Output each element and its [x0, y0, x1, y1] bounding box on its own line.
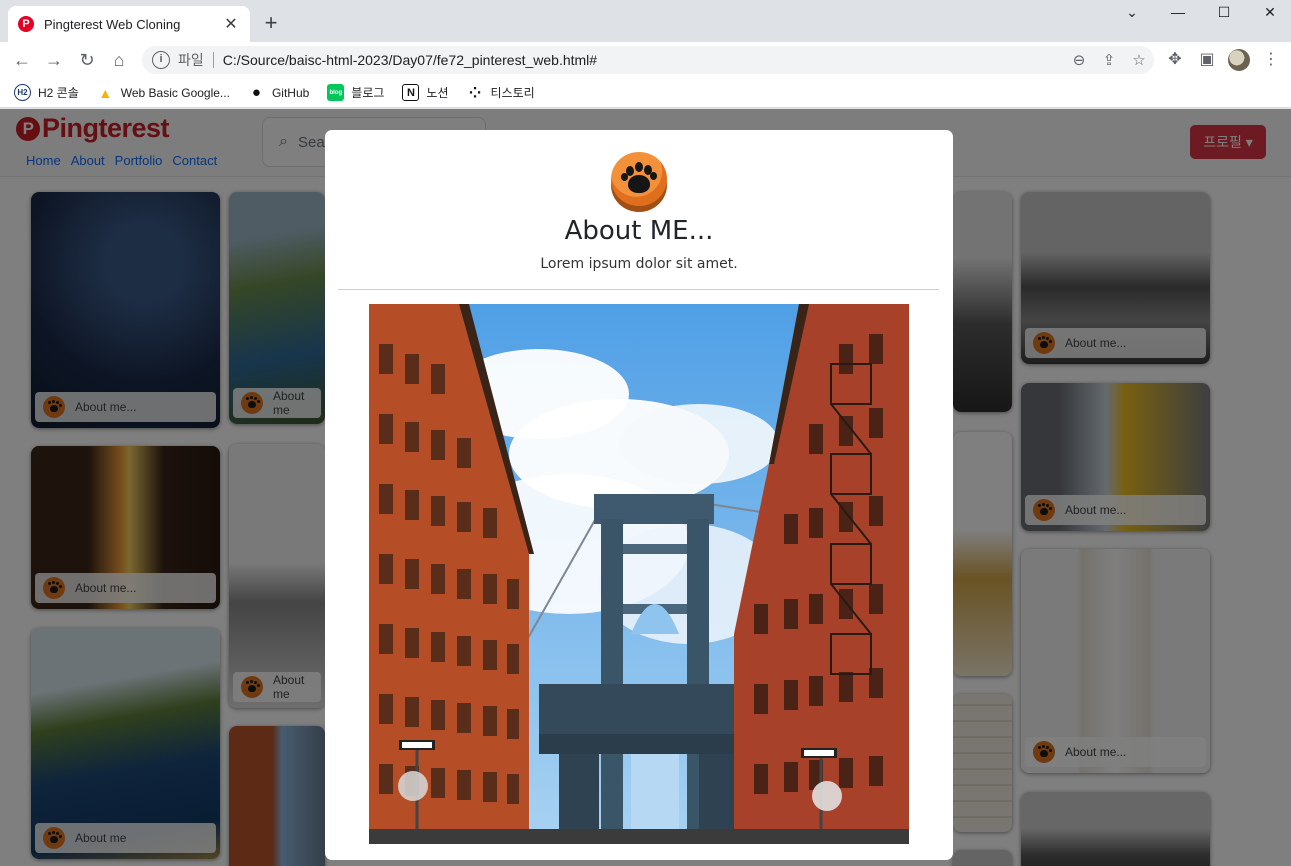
modal-photo-manhattan-bridge	[369, 304, 909, 844]
pinterest-favicon-icon: P	[18, 16, 34, 32]
h2-icon: H2	[14, 84, 31, 101]
address-bar[interactable]: i 파일 C:/Source/baisc-html-2023/Day07/fe7…	[142, 46, 1154, 74]
back-button[interactable]: ←	[10, 48, 34, 72]
bookmark-blog[interactable]: blog 블로그	[327, 84, 384, 101]
zoom-icon[interactable]: ⊖	[1064, 51, 1094, 69]
bookmark-label: 노션	[426, 86, 449, 100]
modal-divider	[338, 289, 939, 290]
browser-tab[interactable]: P Pingterest Web Cloning ✕	[8, 6, 250, 42]
maximize-button[interactable]: ☐	[1212, 4, 1236, 26]
address-scheme: 파일	[178, 52, 204, 68]
bookmark-tistory[interactable]: ⁘ 티스토리	[467, 84, 535, 102]
bookmark-google-drive[interactable]: ▲ Web Basic Google...	[97, 84, 230, 101]
bookmark-label: GitHub	[271, 85, 310, 100]
bookmark-label: Web Basic Google...	[120, 85, 230, 100]
notion-icon: N	[402, 84, 420, 101]
new-tab-button[interactable]: +	[258, 11, 284, 37]
close-tab-icon[interactable]: ✕	[222, 14, 240, 34]
share-icon[interactable]: ⇪	[1094, 51, 1124, 69]
site-info-icon[interactable]: i	[152, 51, 170, 69]
bridge-photo-illustration	[369, 304, 909, 844]
modal-subtitle: Lorem ipsum dolor sit amet.	[540, 256, 738, 272]
blog-icon: blog	[327, 84, 345, 101]
bookmark-label: H2 콘솔	[38, 86, 79, 100]
bookmark-github[interactable]: ● GitHub	[248, 84, 309, 101]
page-viewport: P Pingterest Home About Portfolio Contac…	[0, 109, 1291, 866]
forward-button[interactable]: →	[42, 48, 66, 72]
home-button[interactable]: ⌂	[107, 48, 131, 72]
bookmark-h2[interactable]: H2 H2 콘솔	[14, 84, 79, 101]
menu-icon[interactable]: ⋮	[1259, 48, 1283, 72]
paw-logo-icon	[611, 152, 667, 212]
github-icon: ●	[251, 84, 261, 101]
address-separator	[212, 52, 214, 68]
bookmark-star-icon[interactable]: ☆	[1124, 51, 1154, 69]
browser-toolbar: ← → ↻ ⌂ i 파일 C:/Source/baisc-html-2023/D…	[0, 42, 1291, 78]
bookmark-notion[interactable]: N 노션	[402, 84, 449, 101]
address-url[interactable]: C:/Source/baisc-html-2023/Day07/fe72_pin…	[223, 52, 1064, 68]
minimize-button[interactable]: —	[1166, 4, 1190, 26]
extensions-icon[interactable]: ✥	[1163, 48, 1187, 72]
about-modal: About ME... Lorem ipsum dolor sit amet.	[325, 130, 953, 860]
reload-button[interactable]: ↻	[75, 48, 99, 72]
tistory-icon: ⁘	[468, 84, 482, 102]
bookmarks-bar: H2 H2 콘솔 ▲ Web Basic Google... ● GitHub …	[0, 78, 1291, 108]
close-window-button[interactable]: ✕	[1258, 4, 1282, 26]
google-drive-icon: ▲	[98, 84, 113, 101]
tab-strip: P Pingterest Web Cloning ✕ + ⌄ — ☐ ✕	[0, 0, 1291, 42]
bookmark-label: 티스토리	[490, 86, 535, 100]
side-panel-icon[interactable]: ▣	[1195, 48, 1219, 72]
tab-title: Pingterest Web Cloning	[44, 16, 181, 32]
modal-title: About ME...	[564, 216, 714, 246]
tab-search-icon[interactable]: ⌄	[1120, 4, 1144, 26]
bookmark-label: 블로그	[351, 86, 385, 100]
profile-avatar[interactable]	[1228, 49, 1250, 71]
